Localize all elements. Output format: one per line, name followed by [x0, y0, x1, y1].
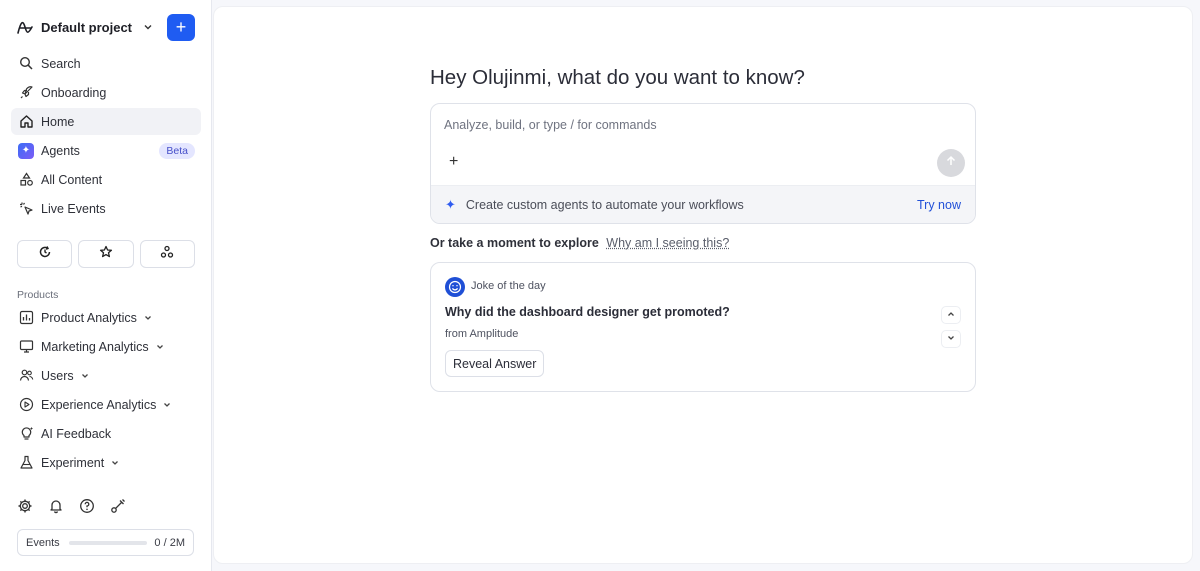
sidebar-item-users[interactable]: Users [11, 362, 201, 389]
sidebar-item-all-content[interactable]: All Content [11, 166, 201, 193]
monitor-icon [18, 339, 34, 355]
next-card-button[interactable] [941, 330, 961, 348]
sidebar-scroll-fade [0, 478, 211, 500]
sidebar-item-search[interactable]: Search [11, 50, 201, 77]
project-name: Default project [41, 19, 133, 35]
why-link[interactable]: Why am I seeing this? [606, 236, 729, 250]
chevron-down-icon [946, 330, 956, 348]
star-icon [99, 245, 113, 264]
sparkle-icon: ✦ [18, 142, 34, 159]
spaces-button[interactable] [139, 240, 195, 268]
sidebar-item-marketing-analytics[interactable]: Marketing Analytics [11, 333, 201, 360]
events-count: 0 / 2M [154, 536, 185, 549]
sidebar-item-label: Search [41, 56, 81, 71]
sidebar-item-label: Product Analytics [41, 310, 137, 325]
joke-card: Joke of the day Why did the dashboard de… [430, 262, 976, 392]
sidebar-item-live-events[interactable]: Live Events [11, 195, 201, 222]
sidebar-item-label: AI Feedback [41, 426, 112, 441]
send-button[interactable] [937, 149, 965, 177]
spaces-icon [160, 245, 174, 264]
sidebar-item-label: Marketing Analytics [41, 339, 149, 354]
products-nav: Product Analytics Marketing Analytics User… [11, 304, 201, 478]
chevron-down-icon[interactable] [143, 313, 153, 323]
app: Default project + Search Onboarding Home ✦ A… [0, 0, 1200, 571]
attach-plus-icon[interactable]: + [449, 153, 458, 171]
gear-icon[interactable] [17, 498, 33, 514]
recent-button[interactable] [17, 240, 73, 268]
home-icon [18, 114, 34, 130]
sidebar-footer-icons [17, 498, 126, 514]
explore-line: Or take a moment to explore Why am I see… [430, 236, 729, 250]
prompt-box[interactable]: Analyze, build, or type / for commands +… [430, 103, 976, 224]
users-icon [18, 368, 34, 384]
sidebar-item-label: Experience Analytics [41, 397, 157, 412]
sidebar-item-ai-feedback[interactable]: AI Feedback [11, 420, 201, 447]
sidebar-item-onboarding[interactable]: Onboarding [11, 79, 201, 106]
rocket-icon [18, 85, 34, 101]
sidebar-item-product-analytics[interactable]: Product Analytics [11, 304, 201, 331]
project-switcher[interactable]: Default project + [16, 14, 196, 41]
main-nav: Search Onboarding Home ✦ Agents Beta All Conte… [11, 50, 201, 224]
help-icon[interactable] [79, 498, 95, 514]
sidebar-item-label: Home [41, 114, 75, 129]
try-now-link[interactable]: Try now [917, 198, 961, 212]
beta-badge: Beta [159, 143, 195, 159]
search-icon [18, 56, 34, 72]
joke-source: from Amplitude [445, 328, 519, 340]
quick-actions [17, 240, 195, 268]
recent-icon [38, 245, 52, 264]
bell-icon[interactable] [48, 498, 64, 514]
agents-promo-bar: ✦ Create custom agents to automate your … [431, 185, 975, 223]
favorites-button[interactable] [78, 240, 134, 268]
sparkle-icon: ✦ [445, 196, 456, 212]
chevron-down-icon[interactable] [162, 400, 172, 410]
sidebar-item-experience-analytics[interactable]: Experience Analytics [11, 391, 201, 418]
sidebar-item-label: Experiment [41, 455, 105, 470]
sidebar-item-label: All Content [41, 172, 103, 187]
sidebar-item-agents[interactable]: ✦ Agents Beta [11, 137, 201, 164]
sidebar-item-label: Users [41, 368, 74, 383]
arrow-up-icon [945, 154, 957, 172]
products-section-label: Products [17, 289, 59, 301]
cursor-click-icon [18, 201, 34, 217]
sidebar: Default project + Search Onboarding Home ✦ A… [0, 0, 212, 571]
chevron-down-icon[interactable] [80, 371, 90, 381]
sidebar-item-label: Agents [41, 143, 80, 158]
sidebar-item-home[interactable]: Home [11, 108, 201, 135]
shapes-icon [18, 172, 34, 188]
chevron-down-icon[interactable] [155, 342, 165, 352]
smiley-icon [445, 277, 465, 297]
play-circle-icon [18, 397, 34, 413]
chevron-up-icon [946, 306, 956, 324]
sidebar-item-label: Onboarding [41, 85, 107, 100]
events-usage: Events 0 / 2M [17, 529, 194, 556]
explore-text: Or take a moment to explore [430, 236, 599, 250]
sidebar-item-label: Live Events [41, 201, 106, 216]
lightbulb-icon [18, 426, 34, 442]
main-panel: Hey Olujinmi, what do you want to know? … [213, 6, 1193, 564]
events-progress-bar [68, 540, 148, 545]
chevron-down-icon[interactable] [110, 458, 120, 468]
agents-promo-text: Create custom agents to automate your wo… [465, 197, 744, 212]
previous-card-button[interactable] [941, 306, 961, 324]
page-greeting: Hey Olujinmi, what do you want to know? [430, 66, 805, 89]
reveal-answer-button[interactable]: Reveal Answer [445, 350, 545, 377]
bar-chart-icon [18, 310, 34, 326]
sidebar-item-experiment[interactable]: Experiment [11, 449, 201, 476]
tools-icon[interactable] [110, 498, 126, 514]
amplitude-logo-icon [16, 18, 34, 36]
joke-question: Why did the dashboard designer get promo… [445, 305, 730, 319]
flask-icon [18, 455, 34, 471]
create-button[interactable]: + [167, 14, 195, 41]
events-label: Events [26, 536, 60, 549]
card-label: Joke of the day [471, 280, 546, 292]
chevron-down-icon[interactable] [142, 20, 154, 32]
prompt-input[interactable]: Analyze, build, or type / for commands [444, 118, 657, 132]
